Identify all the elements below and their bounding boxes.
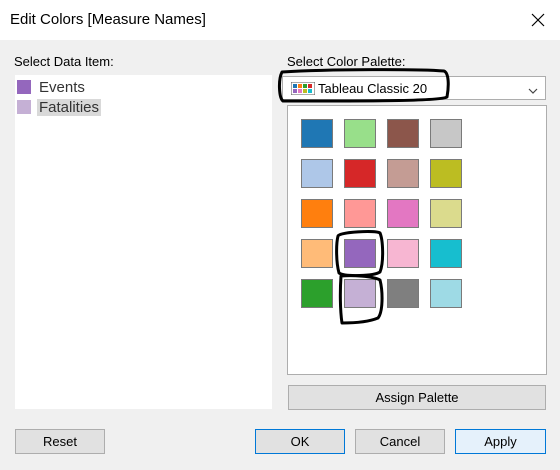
color-swatch[interactable] <box>430 239 462 268</box>
color-swatch[interactable] <box>301 279 333 308</box>
title-bar: Edit Colors [Measure Names] <box>0 0 560 40</box>
color-swatch[interactable] <box>344 279 376 308</box>
list-item-label: Events <box>39 78 85 96</box>
assign-palette-button[interactable]: Assign Palette <box>288 385 546 410</box>
color-swatch[interactable] <box>387 199 419 228</box>
color-swatch[interactable] <box>387 119 419 148</box>
color-swatch[interactable] <box>344 239 376 268</box>
color-swatch[interactable] <box>387 239 419 268</box>
color-swatch[interactable] <box>430 199 462 228</box>
color-swatch[interactable] <box>430 119 462 148</box>
color-swatch[interactable] <box>301 119 333 148</box>
color-swatch[interactable] <box>301 159 333 188</box>
color-swatch[interactable] <box>344 199 376 228</box>
cancel-button[interactable]: Cancel <box>355 429 445 454</box>
list-item-label: Fatalities <box>37 98 102 116</box>
chevron-down-icon <box>528 83 538 98</box>
palette-dropdown[interactable]: Tableau Classic 20 <box>282 76 546 100</box>
select-data-item-label: Select Data Item: <box>14 54 114 69</box>
apply-button[interactable]: Apply <box>455 429 546 454</box>
color-swatch-grid <box>287 105 547 375</box>
color-swatch[interactable] <box>430 159 462 188</box>
palette-selected-value: Tableau Classic 20 <box>318 81 428 96</box>
color-swatch[interactable] <box>301 199 333 228</box>
data-item-list[interactable]: Events Fatalities <box>15 75 272 409</box>
list-item-events[interactable]: Events <box>17 77 87 97</box>
color-swatch[interactable] <box>301 239 333 268</box>
color-swatch[interactable] <box>344 159 376 188</box>
list-item-fatalities[interactable]: Fatalities <box>17 97 102 117</box>
color-swatch[interactable] <box>430 279 462 308</box>
color-swatch[interactable] <box>344 119 376 148</box>
ok-button[interactable]: OK <box>255 429 345 454</box>
color-swatch[interactable] <box>387 279 419 308</box>
events-color-swatch <box>17 80 31 94</box>
fatalities-color-swatch <box>17 100 31 114</box>
close-icon[interactable] <box>522 4 554 36</box>
reset-button[interactable]: Reset <box>15 429 105 454</box>
window-title: Edit Colors [Measure Names] <box>10 11 206 28</box>
select-color-palette-label: Select Color Palette: <box>287 54 406 69</box>
palette-icon <box>290 81 316 98</box>
color-swatch[interactable] <box>387 159 419 188</box>
